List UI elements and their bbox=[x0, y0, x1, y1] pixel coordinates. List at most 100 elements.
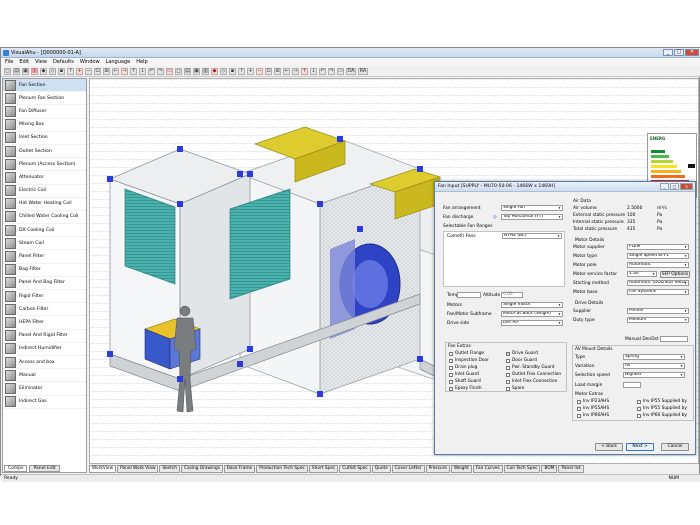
field-select[interactable]: All ▾ bbox=[623, 363, 685, 369]
checkbox-door-guard[interactable]: Door Guard bbox=[506, 358, 537, 363]
menu-view[interactable]: View bbox=[35, 59, 47, 65]
component-item[interactable]: Plenum Fan Section bbox=[3, 92, 86, 106]
settings-icon[interactable]: ▭ bbox=[337, 67, 344, 75]
checkbox-inv-ip55-supplied-by[interactable]: Inv IP55 Supplied by bbox=[637, 399, 687, 404]
bottom-tab[interactable]: Fan Curves bbox=[472, 465, 503, 473]
rotate-left-icon[interactable]: ↶ bbox=[148, 67, 155, 75]
checkbox-unchecked-icon[interactable] bbox=[449, 386, 453, 391]
component-item[interactable]: Steam Coil bbox=[3, 237, 86, 251]
maximize-button[interactable]: □ bbox=[674, 49, 684, 56]
flip-icon[interactable]: ▪ bbox=[229, 67, 236, 75]
cancel-button[interactable]: Cancel bbox=[661, 443, 689, 451]
manual-dendst-input[interactable] bbox=[660, 336, 688, 342]
copy-icon[interactable]: ◇ bbox=[49, 67, 56, 75]
fan-discharge-select[interactable]: Top Horizontal (FT) ▾ bbox=[501, 214, 563, 220]
field-select[interactable]: FLEM ▾ bbox=[627, 244, 689, 250]
dialog-maximize-button[interactable]: □ bbox=[670, 183, 679, 190]
checkbox-unchecked-icon[interactable] bbox=[506, 372, 510, 377]
checkbox-inv-ip55-supplied-by[interactable]: Inv IP55 Supplied by bbox=[637, 406, 687, 411]
bottom-tab[interactable]: Quote bbox=[371, 465, 391, 473]
component-item[interactable]: Indirect Gas bbox=[3, 396, 86, 409]
save-icon[interactable]: ▣ bbox=[22, 67, 29, 75]
field-select[interactable]: Automatic (DOL/Star delta ▾ bbox=[627, 280, 689, 286]
view-front-icon[interactable]: ▭ bbox=[166, 67, 173, 75]
checkbox-unchecked-icon[interactable] bbox=[506, 379, 510, 384]
checkbox-epoxy-finish[interactable]: Epoxy Finish bbox=[449, 386, 482, 391]
bottom-tab[interactable]: Short Spec bbox=[308, 465, 339, 473]
close-button[interactable]: ✕ bbox=[685, 49, 699, 56]
checkbox-unchecked-icon[interactable] bbox=[449, 351, 453, 356]
checkbox-outlet-flange[interactable]: Outlet Flange bbox=[449, 351, 484, 356]
component-item[interactable]: Inlet Section bbox=[3, 132, 86, 145]
export-icon[interactable]: ↶ bbox=[319, 67, 326, 75]
back-button[interactable]: < Back bbox=[595, 443, 623, 451]
component-item[interactable]: Outlet Section bbox=[3, 145, 86, 159]
component-item[interactable]: Plenum (Access Section) bbox=[3, 158, 86, 172]
checkbox-inv-ip23ahs[interactable]: Inv IP23AHS bbox=[577, 399, 609, 404]
field-select[interactable]: Spring ▾ bbox=[623, 354, 685, 360]
field-select[interactable]: Single Speed EFF1 ▾ bbox=[627, 253, 689, 259]
pen-icon[interactable]: ↷ bbox=[328, 67, 335, 75]
checkbox-inlet-flex-connection[interactable]: Inlet Flex Connection bbox=[506, 379, 557, 384]
checkbox-unchecked-icon[interactable] bbox=[577, 406, 581, 411]
menu-help[interactable]: Help bbox=[136, 59, 147, 65]
altitude-input[interactable]: 0.00 bbox=[501, 292, 523, 298]
bottom-tab[interactable]: Sketch bbox=[159, 465, 180, 473]
dialog-close-button[interactable]: ✕ bbox=[680, 183, 693, 190]
checkbox-unchecked-icon[interactable] bbox=[449, 365, 453, 370]
arrow-right-icon[interactable]: → bbox=[121, 67, 128, 75]
zoom-out-icon[interactable]: − bbox=[85, 67, 92, 75]
component-item[interactable]: Rigid Filter bbox=[3, 290, 86, 304]
field-select[interactable]: Medium ▾ bbox=[627, 317, 689, 323]
toolbar-text-ra[interactable]: RA bbox=[358, 67, 368, 75]
bottom-tab[interactable]: Pressure bbox=[425, 465, 450, 473]
component-item[interactable]: HEPA Filter bbox=[3, 316, 86, 330]
bottom-tab[interactable]: WorkView bbox=[89, 465, 117, 473]
checkbox-inspection-door[interactable]: Inspection Door bbox=[449, 358, 489, 363]
field-select[interactable]: Automatic ▾ bbox=[627, 262, 689, 268]
menu-edit[interactable]: Edit bbox=[19, 59, 29, 65]
component-item[interactable]: Eliminator bbox=[3, 382, 86, 396]
menu-window[interactable]: Window bbox=[80, 59, 100, 65]
checkbox-unchecked-icon[interactable] bbox=[506, 365, 510, 370]
field-select[interactable]: Fenner ▾ bbox=[627, 308, 689, 314]
component-item[interactable]: Indirect Humidifier bbox=[3, 343, 86, 356]
grid-icon[interactable]: ▥ bbox=[202, 67, 209, 75]
rotate-right-icon[interactable]: ↷ bbox=[157, 67, 164, 75]
component-item[interactable]: Hot Water Heating Coil bbox=[3, 198, 86, 211]
checkbox-unchecked-icon[interactable] bbox=[506, 358, 510, 363]
checkbox-unchecked-icon[interactable] bbox=[506, 386, 510, 391]
component-item[interactable]: Chilled Water Cooling Coil bbox=[3, 211, 86, 225]
checkbox-unchecked-icon[interactable] bbox=[577, 399, 581, 404]
checkbox-unchecked-icon[interactable] bbox=[449, 358, 453, 363]
next-button[interactable]: Next > bbox=[626, 443, 654, 451]
component-item[interactable]: Panel And Rigid Filter bbox=[3, 330, 86, 343]
checkbox-unchecked-icon[interactable] bbox=[449, 372, 453, 377]
checkbox-shaft-guard[interactable]: Shaft Guard bbox=[449, 379, 481, 384]
arrow-left-icon[interactable]: ← bbox=[112, 67, 119, 75]
new-icon[interactable]: ◻ bbox=[4, 67, 11, 75]
wire-icon[interactable]: ◆ bbox=[211, 67, 218, 75]
field-select[interactable]: Fan Systems ▾ bbox=[627, 289, 689, 295]
checkbox-unchecked-icon[interactable] bbox=[577, 413, 581, 418]
bottom-tab[interactable]: Cover Letter bbox=[391, 465, 425, 473]
shade-icon[interactable]: ◇ bbox=[220, 67, 227, 75]
checkbox-inlet-guard[interactable]: Inlet Guard bbox=[449, 372, 479, 377]
checkbox-inv-ip55ahs[interactable]: Inv IP55AHS bbox=[577, 406, 609, 411]
minimize-button[interactable]: _ bbox=[663, 49, 673, 56]
view-side-icon[interactable]: ◻ bbox=[175, 67, 182, 75]
motors-select[interactable]: Single motor ▾ bbox=[501, 302, 563, 308]
bottom-tab[interactable]: BOM bbox=[541, 465, 558, 473]
pdf-icon[interactable]: → bbox=[292, 67, 299, 75]
component-item[interactable]: Mixing Box bbox=[3, 119, 86, 132]
bottom-tab[interactable]: Base Frame bbox=[223, 465, 256, 473]
fan-range-name[interactable]: Comefri Fans bbox=[447, 234, 476, 239]
checkbox-inv-ip66ahs[interactable]: Inv IP66AHS bbox=[577, 413, 609, 418]
menu-file[interactable]: File bbox=[5, 59, 13, 65]
component-item[interactable]: Panel And Bag Filter bbox=[3, 277, 86, 290]
bottom-tab[interactable]: Weight bbox=[450, 465, 472, 473]
fan-arrangement-select[interactable]: Single Fan ▾ bbox=[501, 205, 563, 211]
arrow-down-icon[interactable]: ↓ bbox=[139, 67, 146, 75]
section-icon[interactable]: ? bbox=[238, 67, 245, 75]
cut-icon[interactable]: ◆ bbox=[40, 67, 47, 75]
